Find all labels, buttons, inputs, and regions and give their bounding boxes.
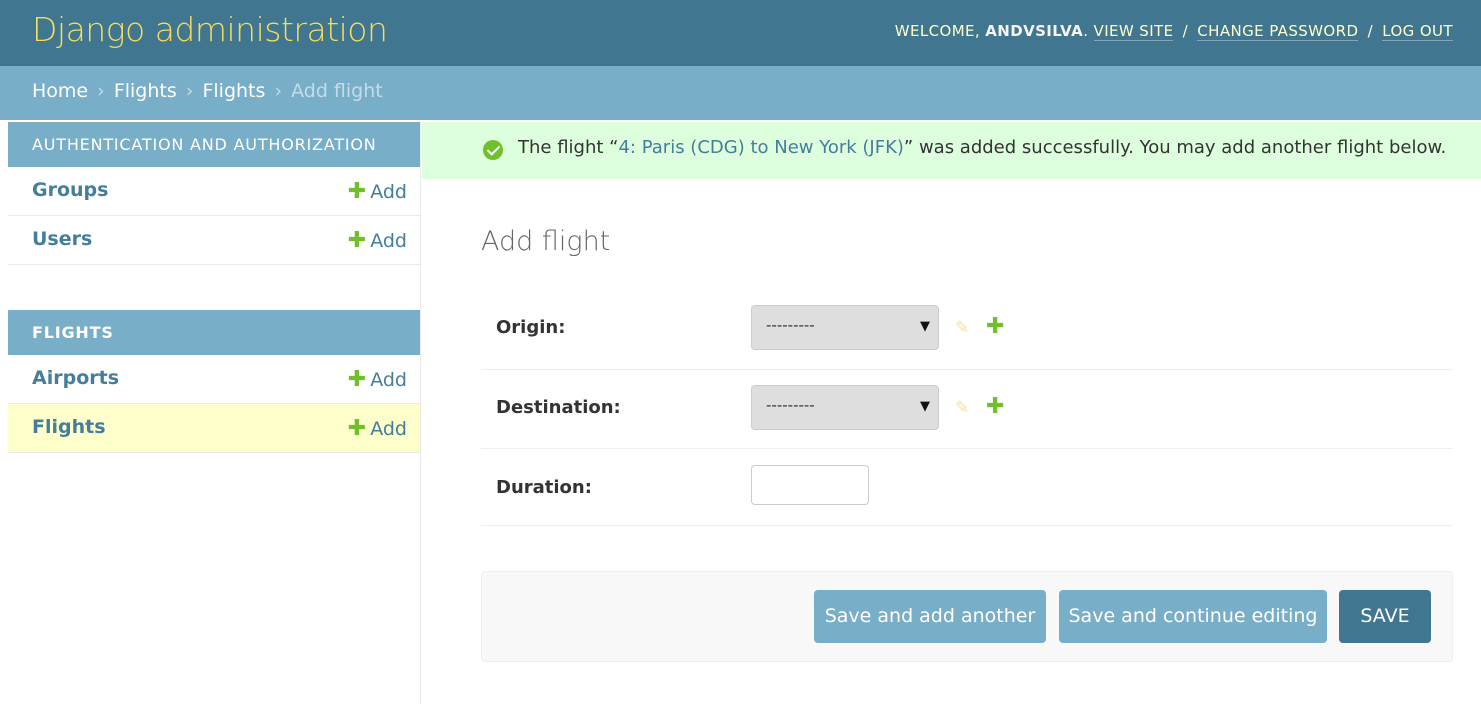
module-caption-flights[interactable]: Flights [8,310,420,355]
save-and-add-another-button[interactable]: Save and add another [814,590,1046,643]
sidebar-item-users-link[interactable]: Users [32,228,92,250]
plus-icon[interactable]: ✚ [986,314,1004,339]
form-row-destination: Destination: --------- ▼ ✎ ✚ [481,370,1453,449]
username: ANDVSILVA [985,22,1084,40]
nav-sidebar: Authentication and Authorization Groups … [8,122,421,704]
add-flight-link[interactable]: ✚ Add [348,416,407,441]
site-branding[interactable]: Django administration [32,10,388,49]
destination-select-value: --------- [766,396,815,414]
save-button[interactable]: SAVE [1339,590,1431,643]
sidebar-item-airports: Airports ✚ Add [8,355,420,404]
breadcrumb-separator: › [97,80,105,102]
breadcrumb-current: Add flight [291,80,383,102]
pencil-icon[interactable]: ✎ [955,398,969,418]
add-label: Add [370,181,407,203]
change-password-link[interactable]: CHANGE PASSWORD [1197,22,1359,41]
chevron-down-icon: ▼ [920,399,930,414]
add-label: Add [370,369,407,391]
plus-icon: ✚ [347,179,367,204]
plus-icon: ✚ [347,416,367,441]
user-tools-separator: / [1367,22,1374,40]
duration-label: Duration: [496,477,592,498]
origin-select[interactable]: --------- ▼ [751,305,939,350]
breadcrumb-separator: › [185,80,194,102]
destination-label: Destination: [496,397,621,418]
plus-icon[interactable]: ✚ [986,394,1004,419]
check-circle-icon [483,140,503,160]
add-label: Add [370,230,407,252]
breadcrumb-home[interactable]: Home [32,80,88,102]
welcome-period: . [1083,22,1089,40]
origin-label: Origin: [496,317,566,338]
destination-select[interactable]: --------- ▼ [751,385,939,430]
add-user-link[interactable]: ✚ Add [348,228,407,253]
success-message-text: The flight “4: Paris (CDG) to New York (… [518,137,1446,158]
pencil-icon[interactable]: ✎ [955,318,969,338]
message-suffix: ” was added successfully. You may add an… [903,137,1447,158]
module-caption-auth[interactable]: Authentication and Authorization [8,122,420,167]
log-out-link[interactable]: LOG OUT [1382,22,1453,41]
success-message: The flight “4: Paris (CDG) to New York (… [422,122,1481,179]
add-airport-link[interactable]: ✚ Add [348,367,407,392]
sidebar-item-groups: Groups ✚ Add [8,167,420,216]
submit-row: Save and add another Save and continue e… [481,571,1453,662]
welcome-text: WELCOME, [894,22,981,40]
plus-icon: ✚ [347,367,367,392]
sidebar-item-users: Users ✚ Add [8,216,420,265]
view-site-link[interactable]: VIEW SITE [1093,22,1174,41]
duration-input[interactable] [751,465,869,505]
user-tools: WELCOME, ANDVSILVA. VIEW SITE / CHANGE P… [894,22,1453,41]
module-spacer [8,265,420,310]
breadcrumb: Home › Flights › Flights › Add flight [0,66,1481,120]
save-and-continue-button[interactable]: Save and continue editing [1059,590,1327,643]
added-flight-link[interactable]: 4: Paris (CDG) to New York (JFK) [618,137,903,158]
chevron-down-icon: ▼ [920,319,930,334]
sidebar-item-groups-link[interactable]: Groups [32,179,108,201]
sidebar-item-flights: Flights ✚ Add [8,404,420,453]
breadcrumb-flights-model[interactable]: Flights [202,80,265,102]
breadcrumb-separator: › [274,80,283,102]
header: Django administration WELCOME, ANDVSILVA… [0,0,1481,66]
sidebar-item-flights-link[interactable]: Flights [32,416,106,438]
user-tools-separator: / [1182,22,1189,40]
form-row-duration: Duration: [481,449,1453,526]
form-row-origin: Origin: --------- ▼ ✎ ✚ [481,288,1453,370]
add-group-link[interactable]: ✚ Add [348,179,407,204]
origin-select-value: --------- [766,316,815,334]
sidebar-item-airports-link[interactable]: Airports [32,367,119,389]
plus-icon: ✚ [347,228,367,253]
page-title: Add flight [481,226,611,257]
message-prefix: The flight “ [518,137,619,158]
breadcrumb-flights-app[interactable]: Flights [114,80,177,102]
add-label: Add [370,418,407,440]
